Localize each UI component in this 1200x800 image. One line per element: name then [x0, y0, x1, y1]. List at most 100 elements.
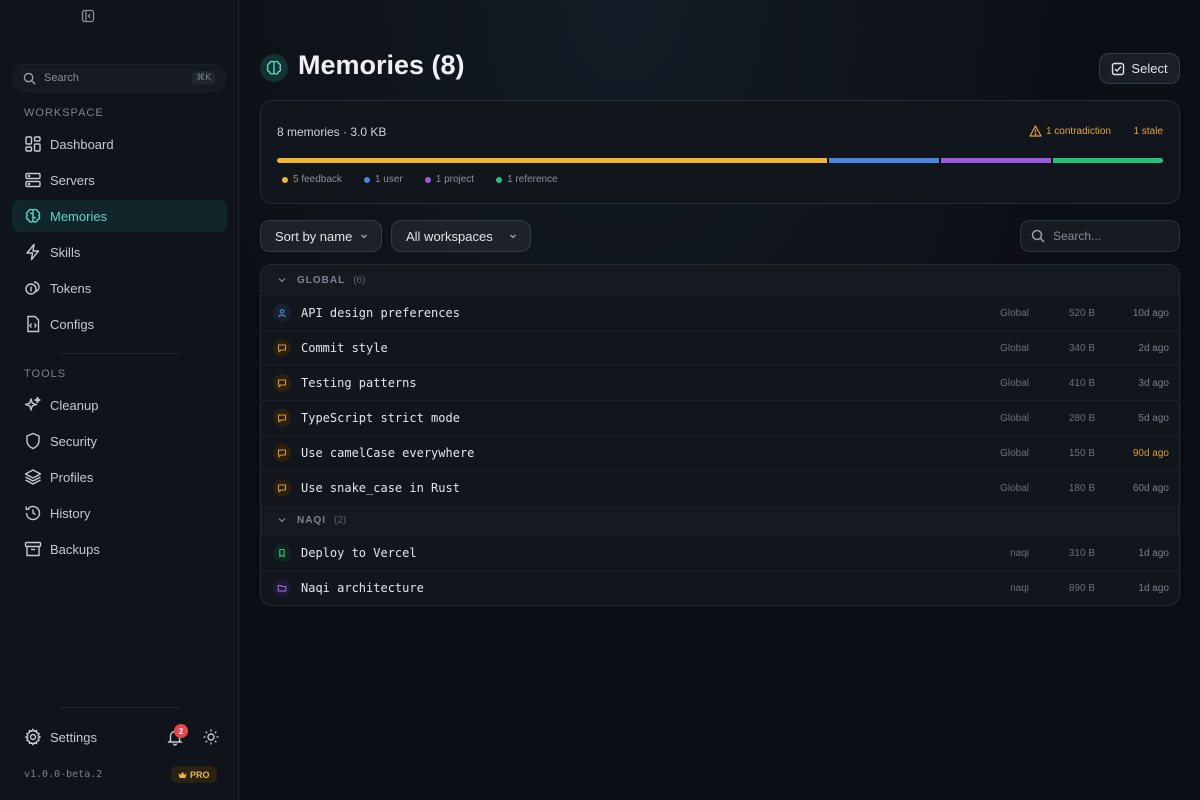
theme-toggle-sun-icon[interactable]	[202, 728, 220, 746]
history-icon	[25, 505, 41, 521]
distribution-segment	[941, 158, 1051, 163]
sidebar-item-configs[interactable]: Configs	[12, 308, 227, 340]
memory-scope: Global	[1000, 482, 1029, 494]
memory-age: 1d ago	[1138, 547, 1169, 559]
select-button[interactable]: Select	[1099, 53, 1180, 84]
sidebar-item-memories[interactable]: Memories	[12, 200, 227, 232]
search-icon	[23, 72, 36, 85]
workspace-filter-label: All workspaces	[406, 228, 493, 244]
memory-size: 520 B	[1068, 307, 1095, 319]
memory-size: 150 B	[1068, 447, 1095, 459]
sidebar-item-history[interactable]: History	[12, 497, 227, 529]
memory-size: 340 B	[1068, 342, 1095, 354]
sidebar-item-skills[interactable]: Skills	[12, 236, 227, 268]
distribution-segment	[277, 158, 827, 163]
search-shortcut: ⌘K	[192, 71, 215, 85]
coins-icon	[25, 281, 40, 295]
memory-name: Testing patterns	[301, 376, 417, 390]
memory-scope: Global	[1000, 342, 1029, 354]
memory-row[interactable]: Use snake_case in Rust Global 180 B 60d ago	[261, 470, 1179, 505]
sidebar-item-backups[interactable]: Backups	[12, 533, 227, 565]
memory-summary-card: 8 memories · 3.0 KB 1 contradiction 1 st…	[260, 100, 1180, 204]
group-header-global[interactable]: GLOBAL (6)	[261, 265, 1179, 295]
memory-summary-text: 8 memories · 3.0 KB	[277, 125, 387, 139]
memory-row[interactable]: TypeScript strict mode Global 280 B 5d ago	[261, 400, 1179, 435]
legend-label: 5 feedback	[293, 174, 342, 185]
memory-row[interactable]: API design preferences Global 520 B 10d ago	[261, 295, 1179, 330]
group-header-naqi[interactable]: NAQI (2)	[261, 505, 1179, 535]
memory-scope: Global	[1000, 377, 1029, 389]
sidebar-item-label: Profiles	[50, 469, 94, 485]
pro-plan-badge[interactable]: PRO	[171, 766, 217, 783]
memory-size: 180 B	[1068, 482, 1095, 494]
sidebar-item-cleanup[interactable]: Cleanup	[12, 389, 227, 421]
legend-item: 5 feedback	[282, 174, 342, 185]
memory-row[interactable]: Naqi architecture naqi 890 B 1d ago	[261, 570, 1179, 605]
user-icon	[273, 304, 291, 322]
distribution-segment	[829, 158, 939, 163]
gear-icon	[24, 728, 42, 746]
contradiction-indicator[interactable]: 1 contradiction	[1029, 125, 1111, 137]
memory-name: Use snake_case in Rust	[301, 481, 460, 495]
memory-scope: Global	[1000, 412, 1029, 424]
message-icon	[273, 479, 291, 497]
memory-row[interactable]: Testing patterns Global 410 B 3d ago	[261, 365, 1179, 400]
sort-dropdown[interactable]: Sort by name	[260, 220, 382, 252]
sidebar-divider	[60, 707, 180, 708]
sidebar-item-dashboard[interactable]: Dashboard	[12, 128, 227, 160]
legend-label: 1 reference	[507, 174, 558, 185]
sidebar-item-servers[interactable]: Servers	[12, 164, 227, 196]
collapse-sidebar-icon[interactable]	[80, 9, 96, 23]
memory-scope: naqi	[1010, 547, 1029, 559]
memory-age: 10d ago	[1132, 307, 1169, 319]
memory-name: Commit style	[301, 341, 388, 355]
sidebar-item-label: Servers	[50, 172, 95, 188]
memory-row[interactable]: Deploy to Vercel naqi 310 B 1d ago	[261, 535, 1179, 570]
sparkles-icon	[24, 396, 41, 411]
message-icon	[273, 339, 291, 357]
sidebar-item-label: Backups	[50, 541, 100, 557]
sidebar-item-tokens[interactable]: Tokens	[12, 272, 227, 304]
main-content: Memories (8) Select 8 memories · 3.0 KB …	[240, 0, 1200, 800]
memory-type-distribution-bar	[277, 158, 1163, 163]
app-version: v1.0.0-beta.2	[24, 769, 103, 780]
message-icon	[273, 409, 291, 427]
bookmark-icon	[273, 544, 291, 562]
memory-search-input[interactable]: Search...	[1020, 220, 1180, 252]
sidebar-item-label: Tokens	[50, 280, 92, 296]
legend-dot	[363, 176, 370, 183]
sidebar-search-input[interactable]: Search ⌘K	[12, 64, 226, 92]
sidebar-item-label: History	[50, 505, 91, 521]
memory-scope: naqi	[1010, 582, 1029, 594]
memory-age: 3d ago	[1138, 377, 1169, 389]
legend-item: 1 reference	[496, 174, 558, 185]
memory-size: 310 B	[1068, 547, 1095, 559]
sidebar-item-security[interactable]: Security	[12, 425, 227, 457]
workspace-filter-dropdown[interactable]: All workspaces	[391, 220, 531, 252]
server-icon	[25, 172, 41, 188]
chevron-down-icon	[278, 278, 286, 283]
legend-item: 1 user	[363, 174, 403, 185]
chevron-down-icon	[278, 518, 286, 523]
crown-icon	[178, 771, 187, 778]
memory-age: 1d ago	[1138, 582, 1169, 594]
message-icon	[273, 374, 291, 392]
memory-size: 890 B	[1068, 582, 1095, 594]
memory-scope: Global	[1000, 447, 1029, 459]
memory-row[interactable]: Use camelCase everywhere Global 150 B 90d a…	[261, 435, 1179, 470]
sidebar-divider	[60, 353, 180, 354]
settings-label: Settings	[50, 729, 97, 745]
sidebar-item-profiles[interactable]: Profiles	[12, 461, 227, 493]
memory-name: Deploy to Vercel	[301, 546, 417, 560]
memory-name: API design preferences	[301, 306, 460, 320]
legend-dot	[496, 176, 503, 183]
layers-icon	[24, 469, 42, 485]
stale-count[interactable]: 1 stale	[1134, 126, 1163, 137]
settings-button[interactable]: Settings	[24, 726, 224, 748]
notification-count-badge: 2	[174, 724, 188, 738]
memory-row[interactable]: Commit style Global 340 B 2d ago	[261, 330, 1179, 365]
brain-icon	[25, 208, 41, 223]
archive-icon	[24, 541, 42, 557]
memories-brain-icon	[260, 54, 288, 82]
legend-label: 1 user	[374, 174, 403, 185]
